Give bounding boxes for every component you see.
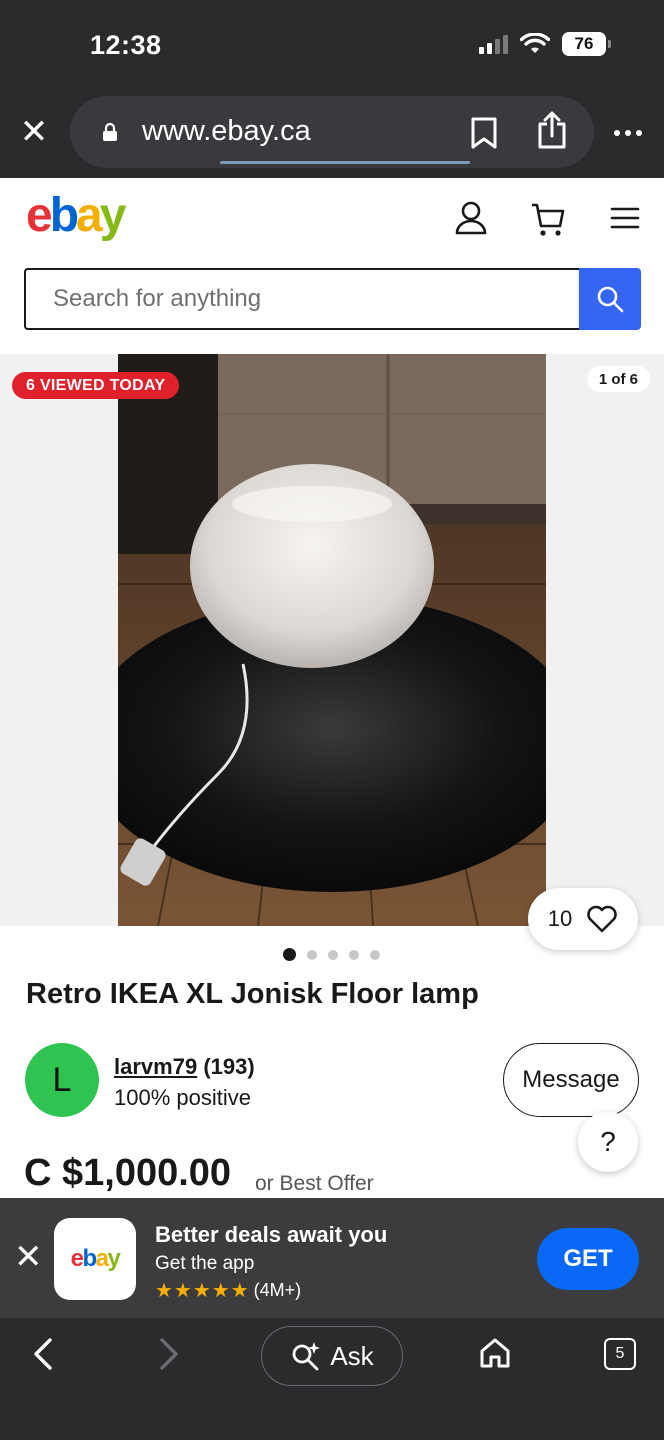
status-bar: 12:38 76 [0, 0, 664, 92]
price: C $1,000.00 [24, 1152, 232, 1194]
menu-icon[interactable] [610, 206, 640, 230]
pager-dot[interactable] [283, 948, 296, 961]
product-photo[interactable] [118, 354, 546, 926]
ebay-app-icon: ebay [54, 1218, 136, 1300]
seller-feedback-count: (193) [203, 1054, 255, 1079]
back-icon[interactable] [28, 1336, 60, 1372]
message-button[interactable]: Message [503, 1043, 639, 1117]
pager-dot[interactable] [328, 949, 338, 960]
forward-icon[interactable] [152, 1336, 184, 1372]
cart-icon[interactable] [530, 200, 566, 238]
site-header: ebay [0, 178, 664, 266]
ebay-logo[interactable]: ebay [26, 188, 126, 243]
battery-indicator: 76 [562, 32, 611, 56]
account-icon[interactable] [454, 200, 488, 236]
search-button[interactable] [579, 268, 641, 330]
image-counter: 1 of 6 [586, 366, 650, 392]
heart-icon [587, 905, 618, 933]
bookmark-icon[interactable] [470, 116, 498, 150]
status-icons: 76 [479, 32, 611, 56]
watch-button[interactable]: 10 [528, 888, 638, 950]
ask-label: Ask [330, 1340, 374, 1371]
ask-search-sparkle-icon [292, 1342, 321, 1371]
app-rating: ★★★★★ (4M+) [155, 1278, 301, 1303]
browser-bar: ✕ www.ebay.ca [0, 92, 664, 178]
close-banner-icon[interactable]: ✕ [14, 1240, 43, 1274]
star-rating-icon: ★★★★★ [155, 1280, 250, 1302]
lock-icon [103, 122, 117, 141]
banner-subtitle: Get the app [155, 1253, 255, 1274]
get-app-button[interactable]: GET [537, 1228, 639, 1290]
image-gallery: 6 VIEWED TODAY 1 of 6 [0, 354, 664, 926]
status-time: 12:38 [90, 30, 162, 60]
ask-button[interactable]: Ask [261, 1326, 403, 1386]
share-icon[interactable] [536, 110, 568, 150]
seller-info: larvm79 (193) [114, 1054, 255, 1080]
pager-dot[interactable] [370, 949, 380, 960]
app-promo-banner: ✕ ebay Better deals await you Get the ap… [0, 1198, 664, 1318]
rating-count: (4M+) [253, 1280, 302, 1300]
listing-title: Retro IKEA XL Jonisk Floor lamp [26, 978, 479, 1010]
page-content: ebay Search for anything 6 VIEWED TODAY … [0, 178, 664, 1198]
more-options-icon[interactable] [614, 130, 642, 136]
viewed-today-badge: 6 VIEWED TODAY [12, 372, 180, 399]
address-bar[interactable]: www.ebay.ca [70, 96, 594, 168]
banner-title: Better deals await you [155, 1222, 388, 1247]
pager-dot[interactable] [307, 949, 317, 960]
search-icon [597, 286, 624, 313]
seller-avatar[interactable]: L [25, 1043, 99, 1117]
tabs-button[interactable]: 5 [604, 1338, 636, 1370]
seller-positive: 100% positive [114, 1085, 251, 1110]
signal-icon [479, 34, 508, 54]
help-button[interactable]: ? [578, 1112, 638, 1172]
search-bar: Search for anything [24, 268, 641, 330]
watchers-count: 10 [547, 906, 573, 931]
browser-toolbar: Ask 5 [0, 1318, 664, 1440]
wifi-icon [520, 33, 550, 53]
gallery-pager [283, 948, 380, 961]
pager-dot[interactable] [349, 949, 359, 960]
search-input[interactable]: Search for anything [24, 268, 580, 330]
best-offer-label: or Best Offer [255, 1172, 374, 1195]
close-tab-icon[interactable]: ✕ [18, 115, 50, 149]
url-text: www.ebay.ca [142, 115, 311, 147]
seller-name-link[interactable]: larvm79 [114, 1054, 197, 1079]
home-icon[interactable] [478, 1336, 512, 1370]
